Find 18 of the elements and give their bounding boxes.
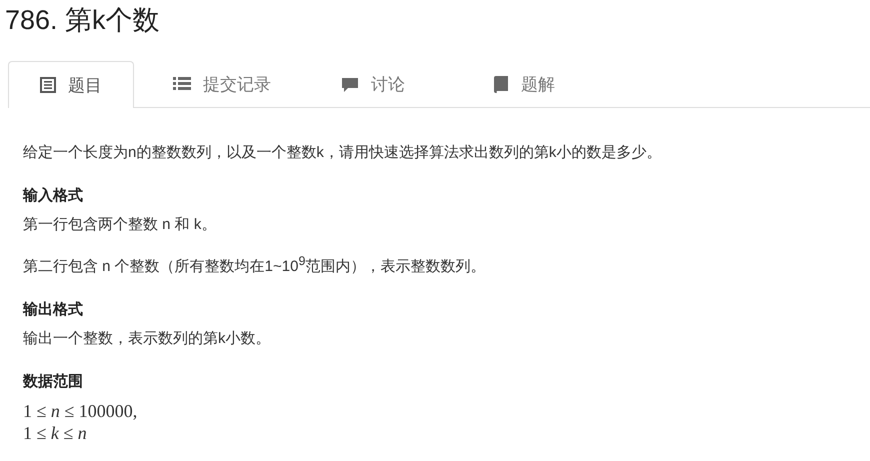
document-icon xyxy=(40,77,56,93)
formula: 1 ≤ n ≤ 100000, xyxy=(23,400,138,422)
problem-title: 786. 第k个数 xyxy=(4,4,161,37)
section-heading: 输出格式 xyxy=(23,300,84,320)
list-icon xyxy=(173,77,191,92)
tab[interactable]: 提交记录 xyxy=(159,61,285,107)
tab[interactable]: 题解 xyxy=(461,61,587,107)
tab[interactable]: 题目 xyxy=(8,61,134,108)
paragraph: 给定一个长度为n的整数数列，以及一个整数k，请用快速选择算法求出数列的第k小的数是多少。 xyxy=(23,143,662,163)
paragraph: 输出一个整数，表示数列的第k小数。 xyxy=(23,329,272,349)
section-heading: 数据范围 xyxy=(23,372,84,392)
comment-icon xyxy=(341,76,359,92)
tab[interactable]: 讨论 xyxy=(310,61,436,107)
section-heading: 输入格式 xyxy=(23,186,84,206)
paragraph: 第二行包含 n 个整数（所有整数均在1~10$^{9}$范围内），表示整数数列。 xyxy=(23,253,486,277)
paragraph: 第一行包含两个整数 n 和 k。 xyxy=(23,215,218,235)
book-icon xyxy=(493,76,509,93)
formula: 1 ≤ k ≤ n xyxy=(23,422,88,444)
